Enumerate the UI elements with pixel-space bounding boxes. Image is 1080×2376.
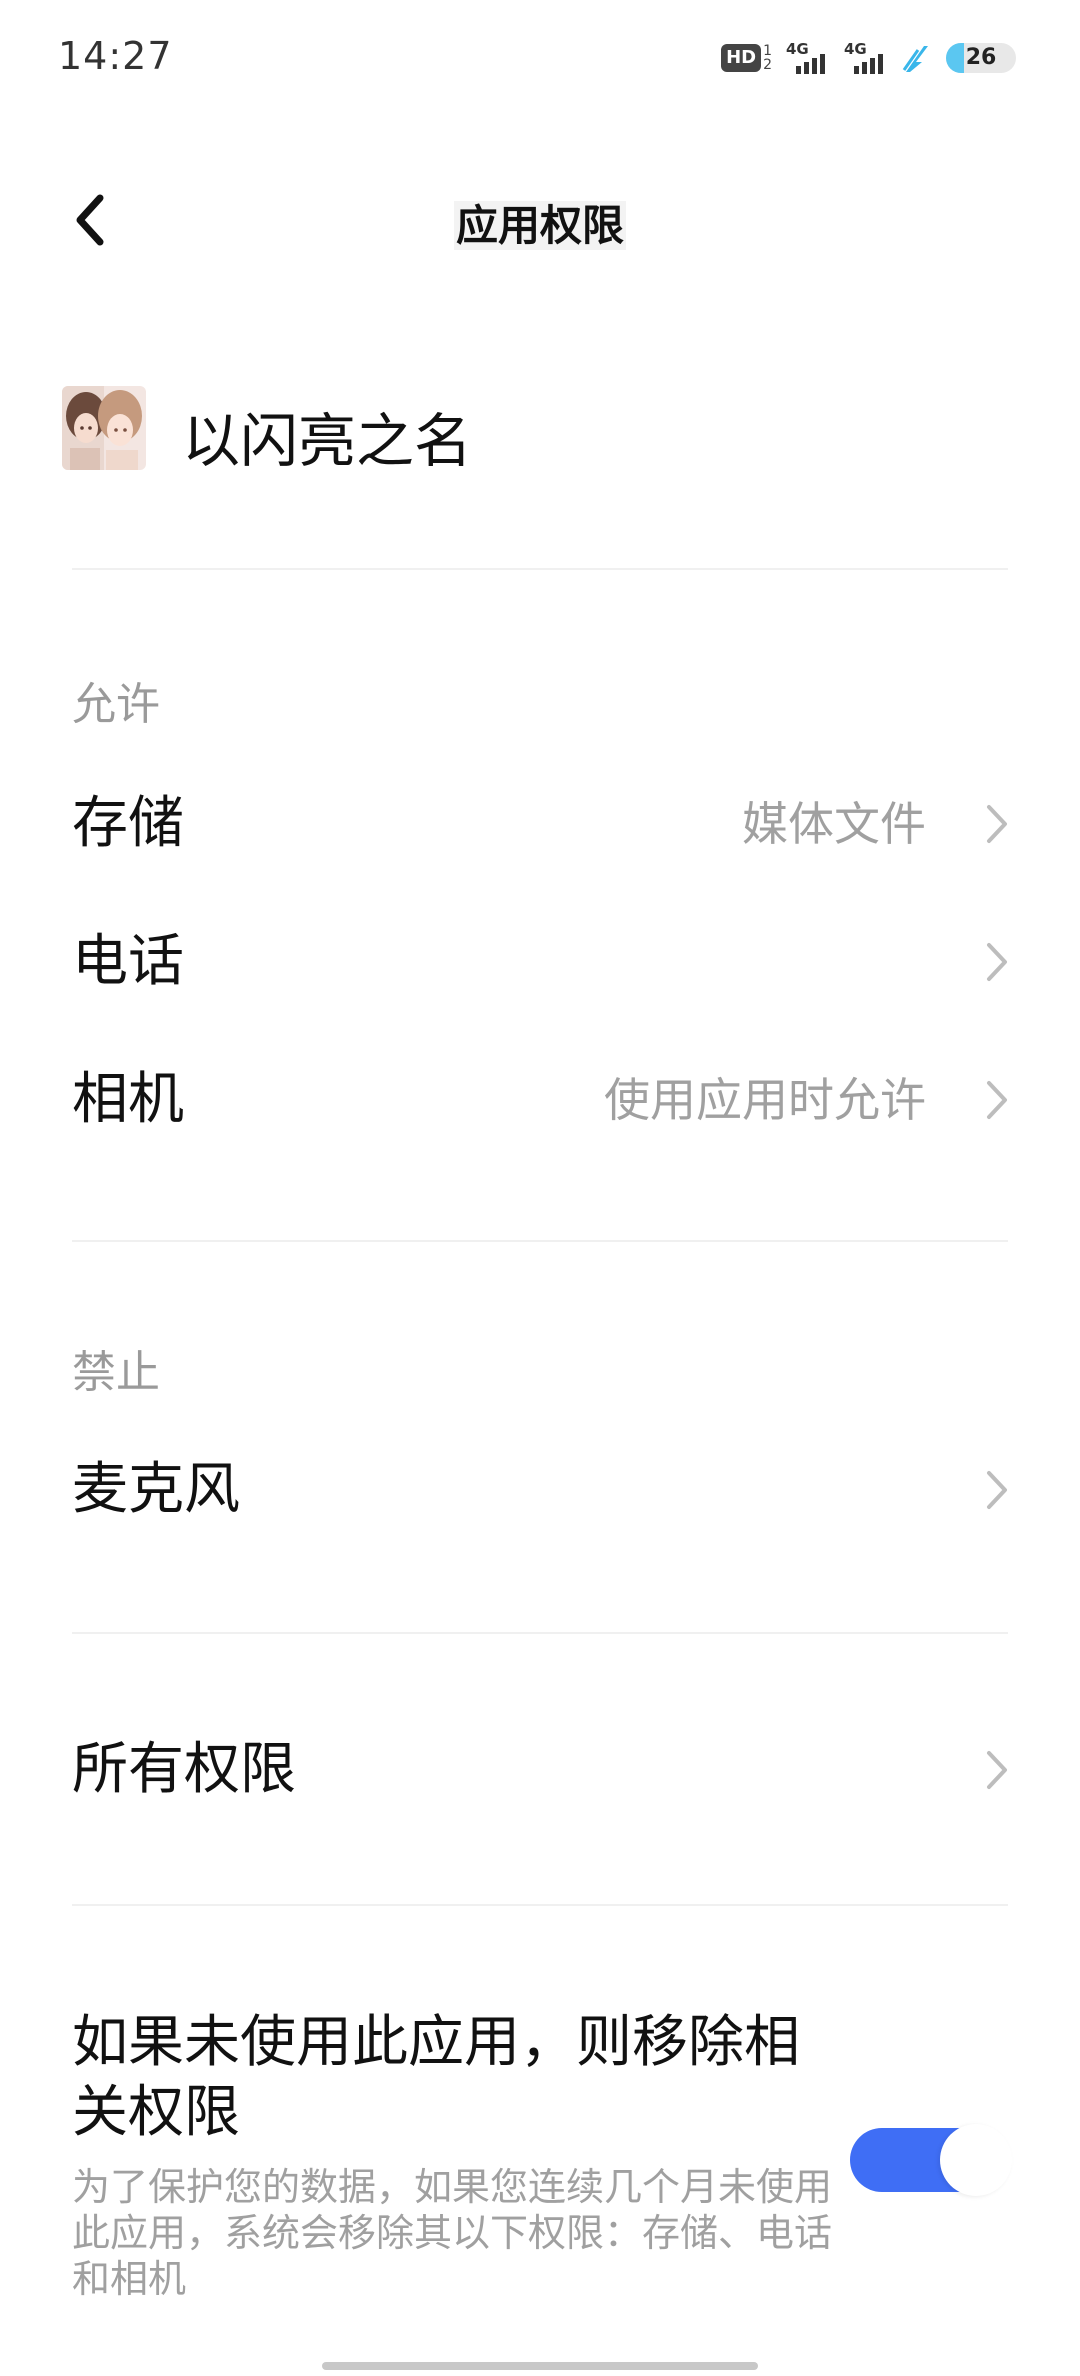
divider xyxy=(72,1632,1008,1634)
battery-icon: 26 xyxy=(946,43,1016,73)
divider xyxy=(72,568,1008,570)
permission-row-phone[interactable]: 电话 xyxy=(0,902,1080,1022)
auto-revoke-title: 如果未使用此应用，则移除相关权限 xyxy=(72,2010,800,2145)
page-title: 应用权限 xyxy=(0,192,1080,253)
chevron-right-icon xyxy=(987,1471,1007,1509)
charging-bolt-icon xyxy=(902,46,928,72)
hd-label: HD xyxy=(721,44,762,72)
permission-row-camera[interactable]: 相机 使用应用时允许 xyxy=(0,1040,1080,1160)
section-label-allowed: 允许 xyxy=(72,679,160,730)
hd-sub-top: 1 xyxy=(763,43,772,59)
signal-sim1-icon: 4G xyxy=(786,40,830,76)
app-permissions-screen: 14:27 HD 1 2 4G 4G 26 应用权限 以闪亮之名 允许 存储 媒… xyxy=(0,0,1080,2376)
permission-row-storage[interactable]: 存储 媒体文件 xyxy=(0,764,1080,884)
auto-revoke-toggle[interactable] xyxy=(850,2124,1012,2196)
status-bar: 14:27 HD 1 2 4G 4G 26 xyxy=(0,0,1080,110)
permission-value: 使用应用时允许 xyxy=(604,1073,926,1127)
permission-label: 存储 xyxy=(72,791,184,856)
divider xyxy=(72,1904,1008,1906)
hd-sub-bottom: 2 xyxy=(763,57,772,73)
chevron-right-icon xyxy=(987,943,1007,981)
toggle-knob xyxy=(940,2124,1012,2196)
permission-label: 相机 xyxy=(72,1067,184,1132)
permission-row-microphone[interactable]: 麦克风 xyxy=(0,1430,1080,1550)
app-name: 以闪亮之名 xyxy=(182,407,473,475)
chevron-right-icon xyxy=(987,805,1007,843)
signal-sim2-icon: 4G xyxy=(844,40,888,76)
permission-label: 麦克风 xyxy=(72,1457,240,1522)
status-icons: HD 1 2 4G 4G 26 xyxy=(721,38,1016,78)
all-permissions-label: 所有权限 xyxy=(72,1737,296,1802)
page-title-text: 应用权限 xyxy=(453,201,626,250)
battery-level: 26 xyxy=(965,45,997,70)
permission-label: 电话 xyxy=(72,929,184,994)
app-icon xyxy=(62,386,146,470)
all-permissions-row[interactable]: 所有权限 xyxy=(0,1710,1080,1830)
status-time: 14:27 xyxy=(58,34,173,78)
auto-revoke-description: 为了保护您的数据，如果您连续几个月未使用此应用，系统会移除其以下权限：存储、电话… xyxy=(72,2165,833,2301)
permission-value: 媒体文件 xyxy=(742,797,926,851)
chevron-right-icon xyxy=(987,1081,1007,1119)
divider xyxy=(72,1240,1008,1242)
section-label-denied: 禁止 xyxy=(72,1347,160,1398)
home-indicator[interactable] xyxy=(322,2362,758,2370)
chevron-right-icon xyxy=(987,1751,1007,1789)
hd-voice-icon: HD 1 2 xyxy=(721,44,772,72)
